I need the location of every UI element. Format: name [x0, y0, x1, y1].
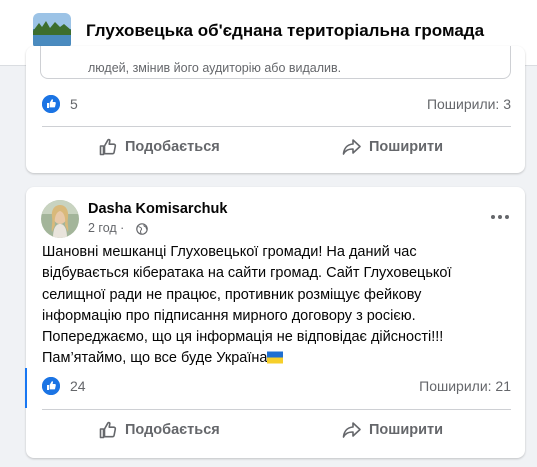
like-count[interactable]: 24: [70, 378, 86, 394]
post-card: Dasha Komisarchuk 2 год · Шановні мешкан…: [26, 187, 525, 458]
share-count[interactable]: Поширили: 21: [419, 378, 511, 394]
shared-post-card: людей, змінив його аудиторію або видалив…: [26, 46, 525, 173]
like-button-label: Подобається: [125, 139, 220, 155]
like-count[interactable]: 5: [70, 96, 78, 112]
like-reaction-icon[interactable]: [42, 95, 60, 113]
divider: [42, 409, 511, 410]
thumbs-up-icon: [99, 421, 117, 439]
post-text-last-line: Пам’ятаймо, що все буде Україна: [42, 348, 502, 369]
post-text-line: селищної ради не працює, противник розмі…: [42, 286, 422, 303]
globe-icon: [136, 223, 148, 235]
action-bar: Подобається Поширити: [26, 413, 525, 447]
group-name[interactable]: Глуховецька об'єднана територіальна гром…: [86, 21, 484, 41]
more-options-button[interactable]: [489, 209, 511, 219]
action-bar: Подобається Поширити: [26, 130, 525, 164]
share-button-label: Поширити: [369, 139, 444, 155]
avatar[interactable]: [41, 200, 79, 238]
unavailable-content-text: людей, змінив його аудиторію або видалив…: [88, 61, 342, 75]
reaction-stats: 5 Поширили: 3: [42, 93, 511, 117]
post-text: Шановні мешканці Глуховецької громади! Н…: [42, 242, 502, 370]
focus-indicator: [25, 368, 27, 408]
share-arrow-icon: [342, 422, 361, 438]
ukraine-flag-icon: [267, 351, 284, 364]
post-author[interactable]: Dasha Komisarchuk: [88, 201, 227, 217]
share-count[interactable]: Поширили: 3: [427, 96, 511, 112]
share-button[interactable]: Поширити: [342, 413, 443, 447]
post-text-line: Шановні мешканці Глуховецької громади! Н…: [42, 244, 417, 260]
like-button[interactable]: Подобається: [99, 130, 220, 164]
like-button[interactable]: Подобається: [99, 413, 220, 447]
unavailable-content-box: людей, змінив його аудиторію або видалив…: [40, 46, 511, 79]
share-button-label: Поширити: [369, 422, 444, 438]
share-button[interactable]: Поширити: [342, 130, 443, 164]
post-time[interactable]: 2 год ·: [88, 221, 124, 235]
more-options-icon: [491, 215, 509, 219]
like-button-label: Подобається: [125, 422, 220, 438]
group-photo[interactable]: [33, 13, 71, 49]
post-text-line: відбувається кібератака на сайти громад.…: [42, 265, 452, 282]
share-arrow-icon: [342, 139, 361, 155]
reaction-stats: 24 Поширили: 21: [42, 375, 511, 399]
thumbs-up-icon: [99, 138, 117, 156]
post-text-line: Пам’ятаймо, що все буде Україна: [42, 350, 268, 367]
post-text-line: Попереджаємо, що ця інформація не відпов…: [42, 329, 444, 346]
divider: [42, 126, 511, 127]
post-text-line: інформацію про підписання мирного догово…: [42, 307, 416, 324]
like-reaction-icon[interactable]: [42, 377, 60, 395]
